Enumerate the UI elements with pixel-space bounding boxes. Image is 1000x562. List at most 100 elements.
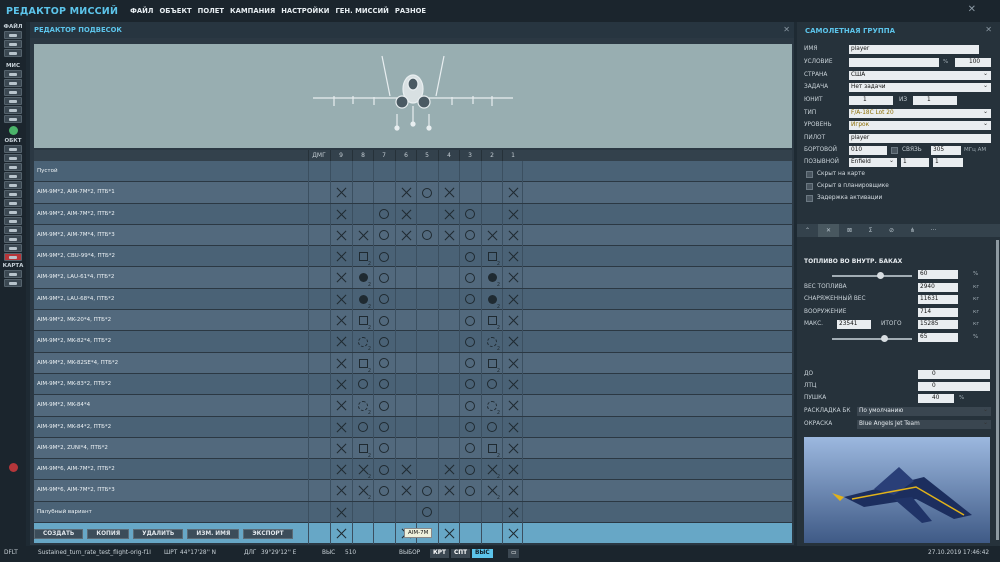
- pylon-cell[interactable]: [395, 395, 416, 417]
- pylon-cell[interactable]: [459, 480, 480, 502]
- pylon-cell[interactable]: [502, 182, 523, 204]
- pylon-cell[interactable]: [352, 373, 373, 395]
- callsign-select[interactable]: Enfield: [849, 156, 897, 167]
- pylon-cell[interactable]: [308, 501, 329, 523]
- pylon-cell[interactable]: [352, 224, 373, 246]
- pylon-cell[interactable]: [416, 331, 437, 353]
- loadout-row[interactable]: AIM-9M*2, CBU-99*4, ПТБ*2 2 2: [34, 246, 792, 268]
- pylon-cell[interactable]: [395, 480, 416, 502]
- pylon-cell[interactable]: [438, 459, 459, 481]
- navpoint-icon[interactable]: [4, 208, 22, 216]
- type-select[interactable]: F/A-18C Lot 20: [849, 107, 991, 118]
- pylon-cell[interactable]: [502, 395, 523, 417]
- pylon-cell[interactable]: [330, 480, 351, 502]
- pylon-cell[interactable]: 2: [352, 288, 373, 310]
- loadout-row[interactable]: AIM-9M*2, MK-84*4 2 2: [34, 395, 792, 417]
- pylon-cell[interactable]: [330, 395, 351, 417]
- trigger-zone-icon[interactable]: [4, 97, 22, 105]
- pylon-cell[interactable]: [502, 459, 523, 481]
- pylon-cell[interactable]: [308, 182, 329, 204]
- pilot-field[interactable]: player: [849, 134, 991, 143]
- pylon-cell[interactable]: [308, 224, 329, 246]
- pylon-cell[interactable]: [373, 224, 394, 246]
- pylon-cell[interactable]: [373, 267, 394, 289]
- pylon-cell[interactable]: [330, 437, 351, 459]
- link-icon[interactable]: [4, 244, 22, 252]
- tab-summary-icon[interactable]: Σ: [860, 224, 881, 237]
- pylon-cell[interactable]: [330, 203, 351, 225]
- pylon-cell[interactable]: [459, 331, 480, 353]
- pylon-cell[interactable]: [308, 331, 329, 353]
- pylon-cell[interactable]: [395, 437, 416, 459]
- shapes-icon[interactable]: [4, 235, 22, 243]
- loadout-row[interactable]: AIM-9M*2, MK-82*4, ПТБ*2 2 2: [34, 331, 792, 353]
- pylon-cell[interactable]: [373, 203, 394, 225]
- loadout-row[interactable]: AIM-9M*2, LAU-68*4, ПТБ*2 2 2: [34, 288, 792, 311]
- loadout-row[interactable]: Пустой: [34, 161, 792, 183]
- pylon-cell[interactable]: [373, 523, 394, 545]
- pylon-cell[interactable]: [502, 161, 523, 182]
- pylon-cell[interactable]: [438, 288, 459, 310]
- pylon-cell[interactable]: [502, 310, 523, 332]
- ruler-icon[interactable]: [4, 279, 22, 287]
- pylon-cell[interactable]: [308, 352, 329, 374]
- tab-radio-icon[interactable]: ⋔: [902, 224, 923, 237]
- pylon-cell[interactable]: [502, 224, 523, 246]
- pylon-cell[interactable]: [330, 416, 351, 438]
- pylon-cell[interactable]: [416, 480, 437, 502]
- pylon-cell[interactable]: [459, 373, 480, 395]
- loadout-row[interactable]: Палубный вариант: [34, 501, 792, 524]
- pylon-cell[interactable]: [330, 182, 351, 204]
- pylon-cell[interactable]: [502, 267, 523, 289]
- pylon-cell[interactable]: [502, 523, 523, 545]
- pylon-cell[interactable]: [481, 373, 502, 395]
- pylon-cell[interactable]: [373, 373, 394, 395]
- flares-stepper[interactable]: 0: [918, 382, 990, 391]
- pylon-cell[interactable]: [438, 310, 459, 332]
- pylon-cell[interactable]: [330, 310, 351, 332]
- pylon-cell[interactable]: [459, 288, 480, 310]
- pylon-cell[interactable]: [395, 373, 416, 395]
- loadout-row[interactable]: AIM-9M*6, AIM-7M*2, ПТБ*3 2 2: [34, 480, 792, 502]
- pylon-cell[interactable]: [502, 203, 523, 225]
- export-button[interactable]: ЭКСПОРТ: [243, 529, 293, 539]
- pylon-cell[interactable]: [481, 523, 502, 545]
- level-select[interactable]: Игрок: [849, 119, 991, 130]
- satellite-mode-button[interactable]: СПТ: [451, 549, 471, 558]
- pylon-cell[interactable]: [438, 203, 459, 225]
- pylon-cell[interactable]: [416, 437, 437, 459]
- pylon-cell[interactable]: 2: [352, 267, 373, 289]
- open-file-icon[interactable]: [4, 40, 22, 48]
- pylon-cell[interactable]: [330, 267, 351, 289]
- helicopter-icon[interactable]: [4, 154, 22, 162]
- pylon-cell[interactable]: 2: [481, 246, 502, 268]
- pylon-cell[interactable]: [502, 246, 523, 268]
- pylon-cell[interactable]: [481, 182, 502, 204]
- pylon-cell[interactable]: 2: [481, 480, 502, 502]
- pylon-cell[interactable]: [416, 161, 437, 182]
- pylon-cell[interactable]: [502, 331, 523, 353]
- pylon-cell[interactable]: [352, 501, 373, 523]
- pylon-cell[interactable]: [438, 373, 459, 395]
- pylon-cell[interactable]: [502, 288, 523, 310]
- pylon-cell[interactable]: [438, 352, 459, 374]
- pylon-cell[interactable]: [395, 203, 416, 225]
- pylon-cell[interactable]: [438, 480, 459, 502]
- loadout-row[interactable]: AIM-9M*2, MK-83*2, ПТБ*2: [34, 373, 792, 396]
- pylon-cell[interactable]: [416, 459, 437, 481]
- pylon-cell[interactable]: [373, 246, 394, 268]
- late-activation-checkbox[interactable]: [806, 195, 813, 202]
- pylon-cell[interactable]: [373, 331, 394, 353]
- check-icon[interactable]: [4, 115, 22, 123]
- pylon-cell[interactable]: [330, 501, 351, 523]
- pylon-cell[interactable]: [416, 501, 437, 523]
- pylon-cell[interactable]: 2: [481, 288, 502, 310]
- menu-object[interactable]: ОБЪЕКТ: [159, 7, 191, 15]
- pylon-cell[interactable]: [373, 288, 394, 310]
- delete-button[interactable]: УДАЛИТЬ: [133, 529, 184, 539]
- pylon-cell[interactable]: 2: [481, 310, 502, 332]
- pylon-cell[interactable]: [459, 310, 480, 332]
- pylon-cell[interactable]: [395, 267, 416, 289]
- pylon-cell[interactable]: [308, 437, 329, 459]
- menu-campaign[interactable]: КАМПАНИЯ: [230, 7, 275, 15]
